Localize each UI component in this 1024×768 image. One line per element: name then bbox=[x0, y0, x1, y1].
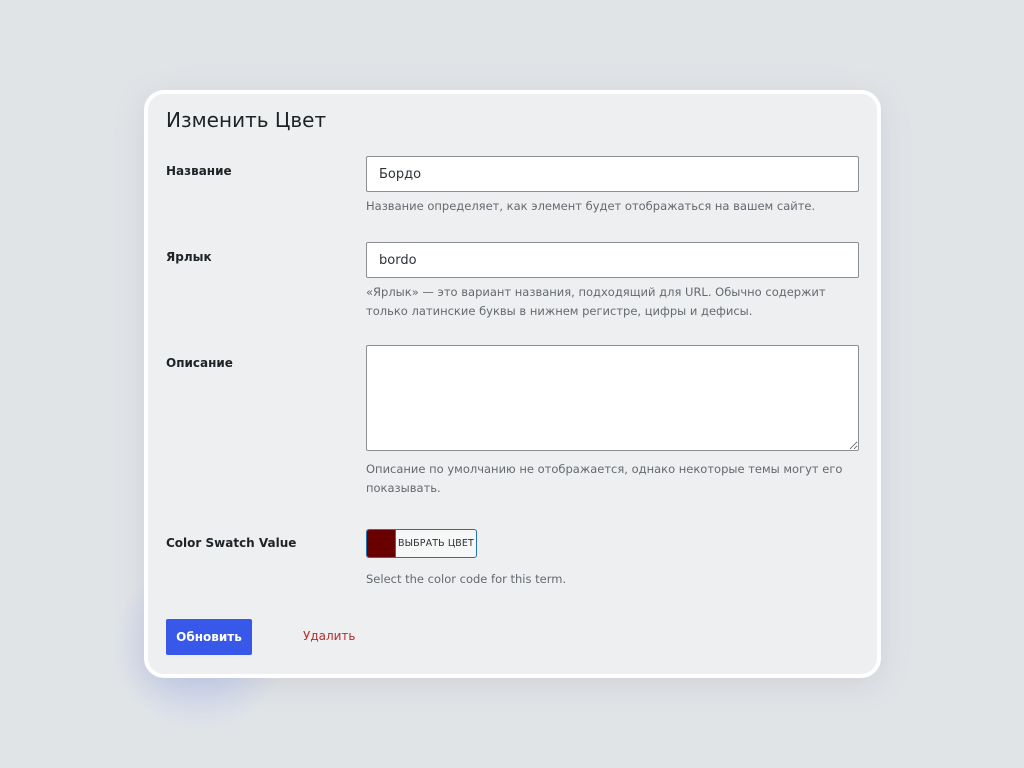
name-description: Название определяет, как элемент будет о… bbox=[366, 199, 816, 213]
swatch-label: Color Swatch Value bbox=[166, 536, 297, 550]
page-title: Изменить Цвет bbox=[166, 108, 327, 132]
update-button[interactable]: Обновить bbox=[166, 619, 252, 655]
name-input[interactable] bbox=[366, 156, 859, 192]
edit-term-panel: Изменить Цвет Название Название определя… bbox=[144, 90, 881, 678]
description-textarea[interactable] bbox=[366, 345, 859, 451]
color-preview-swatch bbox=[367, 530, 396, 557]
swatch-description: Select the color code for this term. bbox=[366, 572, 567, 586]
choose-color-label: ВЫБРАТЬ ЦВЕТ bbox=[398, 538, 474, 549]
slug-label: Ярлык bbox=[166, 250, 212, 264]
choose-color-button[interactable]: ВЫБРАТЬ ЦВЕТ bbox=[366, 529, 477, 558]
description-label: Описание bbox=[166, 356, 233, 370]
delete-link[interactable]: Удалить bbox=[303, 629, 356, 643]
name-label: Название bbox=[166, 164, 232, 178]
description-help: Описание по умолчанию не отображается, о… bbox=[366, 462, 843, 495]
slug-description: «Ярлык» — это вариант названия, подходящ… bbox=[366, 285, 826, 318]
slug-input[interactable] bbox=[366, 242, 859, 278]
